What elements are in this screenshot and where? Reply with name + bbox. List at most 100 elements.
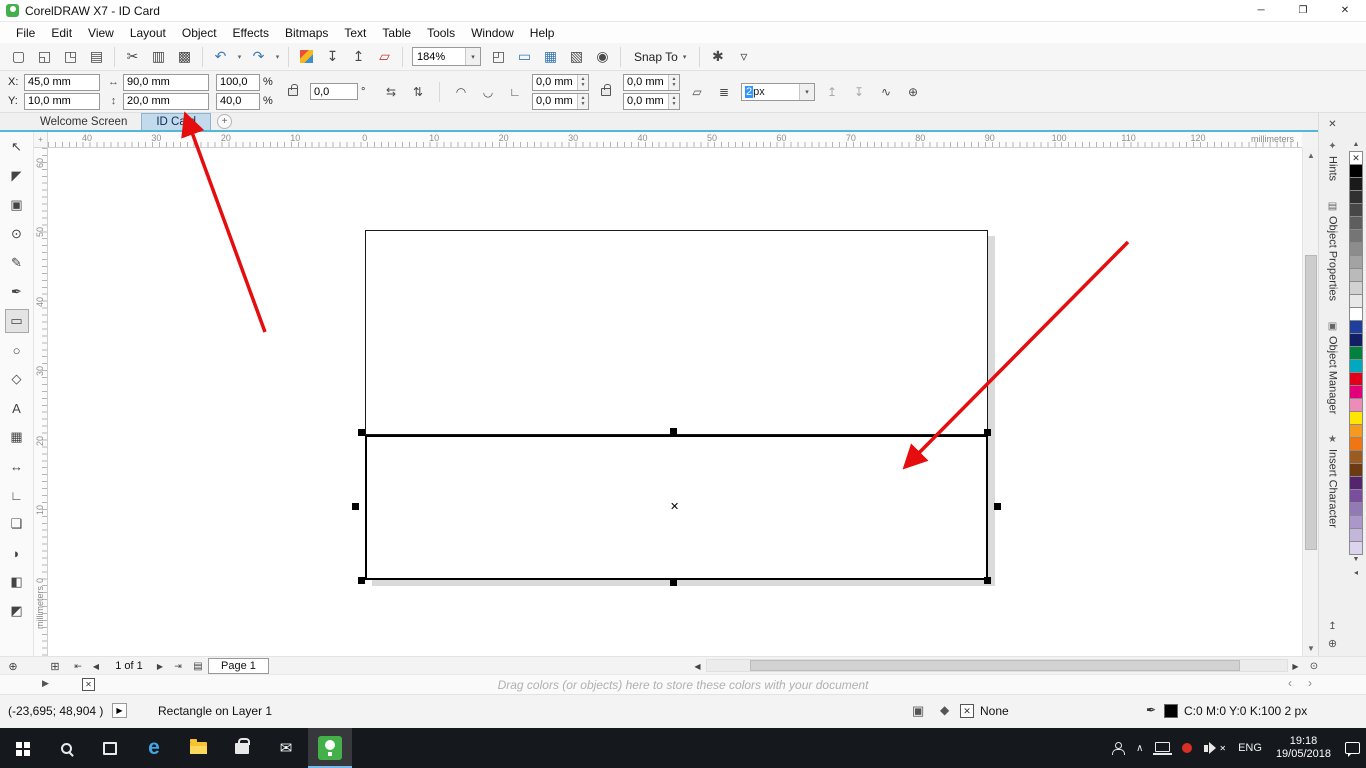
outline-color-swatch[interactable] (1164, 704, 1178, 718)
text-tool[interactable]: A (5, 396, 29, 420)
palette-no-color-swatch[interactable]: ✕ (1349, 151, 1363, 165)
show-rulers-button[interactable]: ▭ (512, 45, 537, 69)
drop-shadow-tool[interactable]: ❏ (5, 512, 29, 536)
table-tool[interactable]: ▦ (5, 425, 29, 449)
palette-color-swatch[interactable] (1349, 164, 1363, 178)
connector-tool[interactable]: ∟ (5, 483, 29, 507)
undo-button[interactable]: ↶ (208, 45, 233, 69)
tray-device-button[interactable] (1149, 728, 1176, 768)
undo-dropdown-arrow[interactable]: ▾ (234, 45, 245, 69)
menu-table[interactable]: Table (374, 24, 419, 42)
docker-tab-insert-character[interactable]: ★ Insert Character (1327, 434, 1339, 528)
drawing-canvas[interactable]: ✕ (48, 148, 1302, 656)
x-position-input[interactable] (24, 74, 100, 91)
palette-color-swatch[interactable] (1349, 489, 1363, 503)
docker-tab-object-properties[interactable]: ▤ Object Properties (1327, 201, 1339, 301)
snap-to-dropdown[interactable]: Snap To ▾ (626, 46, 694, 68)
quick-customize-button[interactable]: ⊕ (903, 82, 923, 102)
volume-tray-button[interactable]: ✕ (1198, 728, 1232, 768)
palette-color-swatch[interactable] (1349, 476, 1363, 490)
palette-color-swatch[interactable] (1349, 242, 1363, 256)
pick-tool[interactable]: ↖ (5, 135, 29, 159)
palette-color-swatch[interactable] (1349, 268, 1363, 282)
menu-text[interactable]: Text (336, 24, 374, 42)
ruler-origin-button[interactable]: + (34, 132, 48, 148)
selection-handle-bottom-center[interactable] (670, 579, 677, 586)
selection-handle-top-center[interactable] (670, 428, 677, 435)
menu-object[interactable]: Object (174, 24, 225, 42)
previous-page-button[interactable]: ◀ (88, 657, 104, 675)
palette-color-swatch[interactable] (1349, 450, 1363, 464)
export-button[interactable]: ↥ (346, 45, 371, 69)
zoom-dropdown-arrow[interactable]: ▾ (465, 48, 480, 65)
tab-welcome-screen[interactable]: Welcome Screen (26, 113, 141, 130)
palette-color-swatch[interactable] (1349, 385, 1363, 399)
lock-ratio-button[interactable] (283, 82, 303, 102)
color-dock-prev-arrow[interactable]: ‹ (1288, 676, 1292, 690)
palette-color-swatch[interactable] (1349, 320, 1363, 334)
rotation-angle-input[interactable] (310, 83, 358, 100)
palette-color-swatch[interactable] (1349, 372, 1363, 386)
artistic-media-tool[interactable]: ✒ (5, 280, 29, 304)
palette-color-swatch[interactable] (1349, 463, 1363, 477)
tray-notification-badge[interactable] (1176, 728, 1198, 768)
color-dock-next-arrow[interactable]: › (1308, 676, 1312, 690)
menu-window[interactable]: Window (463, 24, 522, 42)
palette-color-swatch[interactable] (1349, 307, 1363, 321)
spinner-arrows-icon[interactable] (668, 94, 679, 109)
show-grid-button[interactable]: ▦ (538, 45, 563, 69)
palette-color-swatch[interactable] (1349, 255, 1363, 269)
page-tab[interactable]: Page 1 (208, 658, 269, 674)
paste-button[interactable]: ▩ (172, 45, 197, 69)
spinner-arrows-icon[interactable] (577, 94, 588, 109)
palette-color-swatch[interactable] (1349, 190, 1363, 204)
first-page-button[interactable]: ⇤ (70, 657, 86, 675)
rectangle-tool[interactable]: ▭ (5, 309, 29, 333)
welcome-screen-button[interactable] (294, 45, 319, 69)
fullscreen-preview-button[interactable]: ◰ (486, 45, 511, 69)
object-width-input[interactable] (123, 74, 209, 91)
palette-color-swatch[interactable] (1349, 346, 1363, 360)
wrap-text-button[interactable]: ≣ (714, 82, 734, 102)
docker-collapse-button[interactable]: ↥ (1323, 618, 1343, 634)
scroll-down-arrow[interactable]: ▼ (1303, 641, 1319, 656)
scalloped-corner-button[interactable]: ◡ (478, 82, 498, 102)
people-tray-button[interactable] (1106, 728, 1130, 768)
taskbar-file-explorer-button[interactable] (176, 728, 220, 768)
hscroll-right-arrow[interactable]: ▶ (1288, 657, 1303, 675)
corner-zoom-button[interactable]: ⊙ (1306, 657, 1322, 675)
new-document-button[interactable]: ▢ (6, 45, 31, 69)
tab-id-card[interactable]: ID Card (141, 113, 211, 130)
palette-color-swatch[interactable] (1349, 437, 1363, 451)
palette-color-swatch[interactable] (1349, 424, 1363, 438)
preview-mode-button[interactable]: ◉ (590, 45, 615, 69)
palette-flyout-button[interactable]: ◂ (1354, 566, 1358, 578)
zoom-level-combo[interactable]: ▾ (412, 47, 481, 66)
new-document-tab-button[interactable]: + (217, 114, 232, 129)
selection-center-marker[interactable]: ✕ (670, 500, 679, 513)
chamfered-corner-button[interactable]: ∟ (505, 82, 525, 102)
copy-button[interactable]: ▥ (146, 45, 171, 69)
toolbox-customize-button[interactable]: ⊕ (4, 657, 22, 675)
selection-handle-top-right[interactable] (984, 429, 991, 436)
palette-scroll-up-button[interactable]: ▲ (1353, 139, 1360, 151)
dimension-tool[interactable]: ↔ (5, 454, 29, 478)
corner-radius-bottom-left-input[interactable] (533, 94, 577, 109)
shape-tool[interactable]: ◤ (5, 164, 29, 188)
tray-overflow-chevron[interactable]: ∧ (1130, 728, 1149, 768)
taskbar-coreldraw-button[interactable] (308, 728, 352, 768)
options-button[interactable]: ✱ (705, 45, 730, 69)
taskbar-search-button[interactable] (44, 728, 88, 768)
palette-color-swatch[interactable] (1349, 398, 1363, 412)
menu-help[interactable]: Help (522, 24, 563, 42)
fill-none-swatch[interactable]: ✕ (960, 704, 974, 718)
vertical-scrollbar-thumb[interactable] (1305, 255, 1317, 550)
palette-color-swatch[interactable] (1349, 216, 1363, 230)
outline-width-dropdown-arrow[interactable]: ▾ (799, 84, 814, 100)
task-view-button[interactable] (88, 728, 132, 768)
to-back-button[interactable]: ↧ (849, 82, 869, 102)
palette-scroll-down-button[interactable]: ▼ (1353, 554, 1360, 566)
docker-tab-object-manager[interactable]: ▣ Object Manager (1327, 321, 1339, 414)
scroll-up-arrow[interactable]: ▲ (1303, 148, 1319, 163)
horizontal-ruler[interactable]: 403020100102030405060708090100110120 mil… (48, 132, 1302, 148)
